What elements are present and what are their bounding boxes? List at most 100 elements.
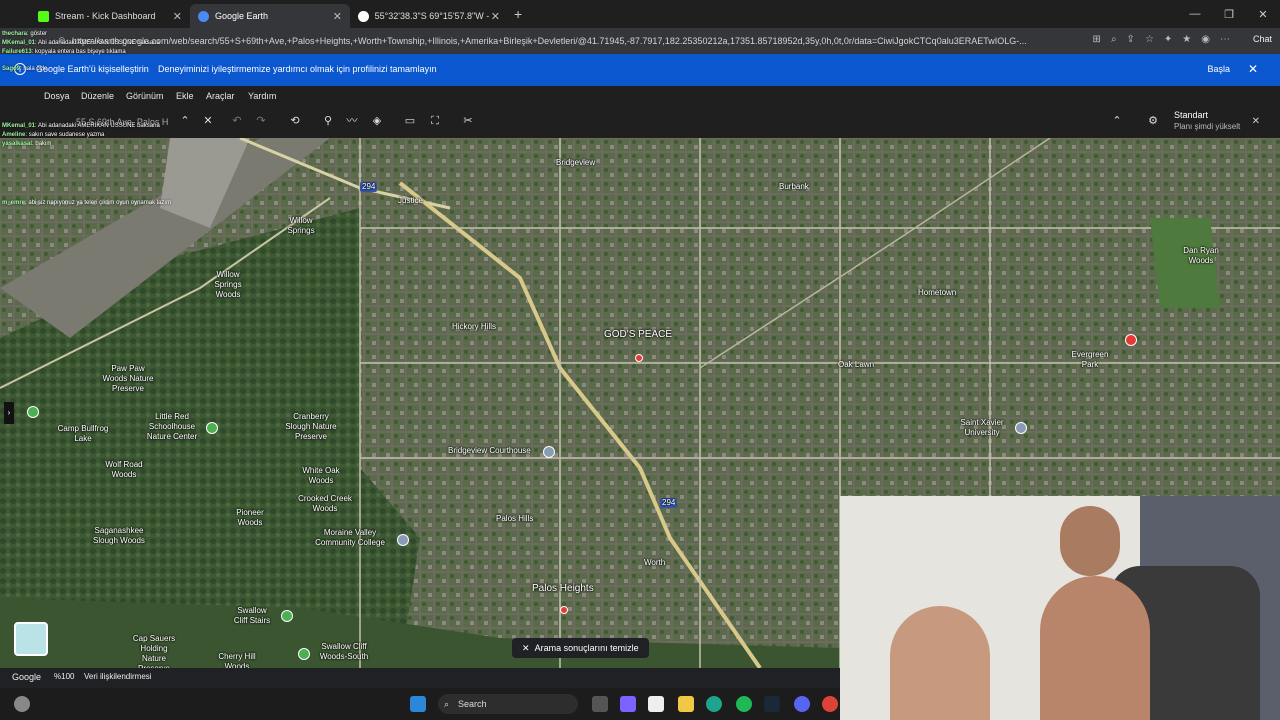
place-label: Little Red Schoolhouse Nature Center — [146, 412, 198, 441]
tab-coordinates[interactable]: 55°32'38.3"S 69°15'57.8"W - Goo ✕ — [350, 4, 508, 28]
taskbar-search[interactable]: ⌕ Search — [438, 694, 578, 714]
close-tab-icon[interactable]: ✕ — [333, 10, 342, 23]
discord-icon[interactable] — [794, 696, 810, 712]
redo-icon[interactable]: ↷ — [254, 114, 268, 128]
poi-park-icon[interactable] — [281, 610, 293, 622]
place-label: Swallow Cliff Stairs — [233, 606, 271, 625]
favorites-icon[interactable]: ★ — [1182, 34, 1191, 45]
path-icon[interactable]: 〰 — [345, 114, 359, 128]
chat-message: MKemal_01: Abi adanadaki AMERİKAN ÜSSÜNE… — [2, 123, 160, 129]
zoom-icon[interactable]: ⌕ — [1111, 34, 1117, 45]
poi-building-icon[interactable] — [397, 534, 409, 546]
file-explorer-icon[interactable] — [678, 696, 694, 712]
task-view-icon[interactable] — [592, 696, 608, 712]
menu-help[interactable]: Yardım — [248, 91, 276, 101]
spotify-icon[interactable] — [736, 696, 752, 712]
chat-message: m_emre: abi siz napıyonuz ya teleri çikt… — [2, 200, 172, 206]
chat-message: MKemal_01: Abi adanadaki AMERİKAN ÜSSÜNE… — [2, 40, 160, 46]
place-label: Bridgeview Courthouse — [448, 446, 531, 455]
poi-hospital-icon[interactable] — [1125, 334, 1137, 346]
place-label: Cherry Hill Woods — [218, 652, 256, 668]
place-label: Cap Sauers Holding Nature Preserve — [132, 634, 176, 668]
route-number: 294 — [662, 498, 676, 507]
place-label: Wolf Road Woods — [105, 460, 143, 479]
location-marker-icon[interactable] — [635, 354, 643, 362]
street-view-icon[interactable]: ✂ — [461, 114, 475, 128]
bookmark-star-icon[interactable]: ☆ — [1145, 34, 1154, 45]
layers-icon[interactable]: ◈ — [370, 114, 384, 128]
place-label: Dan Ryan Woods — [1183, 246, 1219, 265]
poi-park-icon[interactable] — [206, 422, 218, 434]
start-button[interactable]: Başla — [1207, 64, 1230, 74]
close-tab-icon[interactable]: ✕ — [491, 10, 500, 23]
place-label: Hickory Hills — [452, 322, 496, 331]
restore-icon[interactable]: ❐ — [1212, 8, 1246, 21]
hide-panel-icon[interactable]: ⌃ — [1110, 114, 1124, 128]
place-label: Paw Paw Woods Nature Preserve — [102, 364, 154, 393]
chat-message: Failure613: kopyala entera bas bişeye tı… — [2, 49, 126, 55]
place-label: Crooked Creek Woods — [298, 494, 352, 513]
minimize-icon[interactable]: — — [1178, 8, 1212, 20]
chat-message: thechara: göster — [2, 31, 48, 37]
tab-google-earth[interactable]: Google Earth ✕ — [190, 4, 350, 28]
google-icon — [358, 10, 369, 22]
poi-park-icon[interactable] — [27, 406, 39, 418]
steam-icon[interactable] — [764, 696, 780, 712]
install-icon[interactable]: ⊞ — [1093, 34, 1101, 45]
screenshot-icon[interactable]: ⛶ — [428, 114, 442, 128]
chat-label: Chat — [1252, 34, 1272, 44]
ruler-icon[interactable]: ▭ — [403, 114, 417, 128]
clear-results-label: Arama sonuçlarını temizle — [534, 643, 639, 653]
extensions-icon[interactable]: ✦ — [1164, 34, 1172, 45]
taskbar-search-label: Search — [458, 699, 487, 709]
map-style-thumbnail[interactable] — [14, 622, 48, 656]
window-controls: — ❐ ✕ — [1178, 0, 1280, 28]
profile-avatar-icon[interactable]: ◉ — [1201, 34, 1210, 45]
widgets-icon[interactable] — [14, 696, 30, 712]
place-label: Hometown — [918, 288, 957, 297]
browser-tab-bar: Stream - Kick Dashboard ✕ Google Earth ✕… — [0, 0, 1280, 28]
place-label: Cranberry Slough Nature Preserve — [285, 412, 337, 441]
place-label: Swallow Cliff Woods-South — [319, 642, 369, 661]
plan-button[interactable]: Standart Planı şimdi yükselt ✕ — [1140, 106, 1260, 138]
place-label: Willow Springs Woods — [214, 270, 242, 299]
close-tab-icon[interactable]: ✕ — [173, 10, 182, 23]
place-label: Saint Xavier University — [960, 418, 1004, 437]
close-window-icon[interactable]: ✕ — [1246, 8, 1280, 21]
placemark-icon[interactable]: ⚲ — [321, 114, 335, 128]
person-left — [890, 606, 990, 720]
scale-text: %100 — [54, 672, 75, 681]
copilot-icon[interactable] — [620, 696, 636, 712]
search-result-pin-icon[interactable] — [560, 606, 568, 614]
clear-search-results-button[interactable]: ✕ Arama sonuçlarını temizle — [512, 638, 649, 658]
close-plan-icon[interactable]: ✕ — [1252, 116, 1260, 127]
data-attribution-link[interactable]: Veri ilişkilendirmesi — [84, 672, 152, 681]
place-label: Palos Heights — [532, 583, 594, 594]
more-menu-icon[interactable]: ⋯ — [1220, 34, 1230, 45]
interstate-shield-icon: 294 — [660, 498, 678, 508]
poi-building-icon[interactable] — [543, 446, 555, 458]
store-icon[interactable] — [648, 696, 664, 712]
start-icon[interactable] — [410, 696, 426, 712]
chrome-icon[interactable] — [822, 696, 838, 712]
address-bar-icons: ⊞ ⌕ ⇪ ☆ ✦ ★ ◉ ⋯ — [1093, 34, 1230, 45]
place-label: Willow Springs — [287, 216, 315, 235]
place-label: Bridgeview — [556, 158, 596, 167]
share-icon[interactable]: ⇪ — [1127, 34, 1135, 45]
poi-university-icon[interactable] — [1015, 422, 1027, 434]
place-label: GOD'S PEACE — [604, 329, 673, 340]
history-icon[interactable]: ⟲ — [288, 114, 302, 128]
close-icon[interactable]: ✕ — [1248, 62, 1258, 76]
undo-icon[interactable]: ↶ — [230, 114, 244, 128]
edge-icon[interactable] — [706, 696, 722, 712]
chat-button[interactable]: Chat — [1253, 34, 1272, 44]
new-tab-icon[interactable]: + — [514, 6, 522, 22]
poi-park-icon[interactable] — [298, 648, 310, 660]
expand-sidebar-icon[interactable]: › — [4, 402, 14, 424]
close-icon: ✕ — [522, 643, 530, 653]
chat-message: yasalkasal: bakim — [2, 141, 52, 147]
chat-message: Sago9: hala öyle — [2, 66, 48, 72]
place-label: Pioneer Woods — [236, 508, 264, 527]
google-earth-icon — [198, 10, 209, 22]
tab-kick-dashboard[interactable]: Stream - Kick Dashboard ✕ — [30, 4, 190, 28]
